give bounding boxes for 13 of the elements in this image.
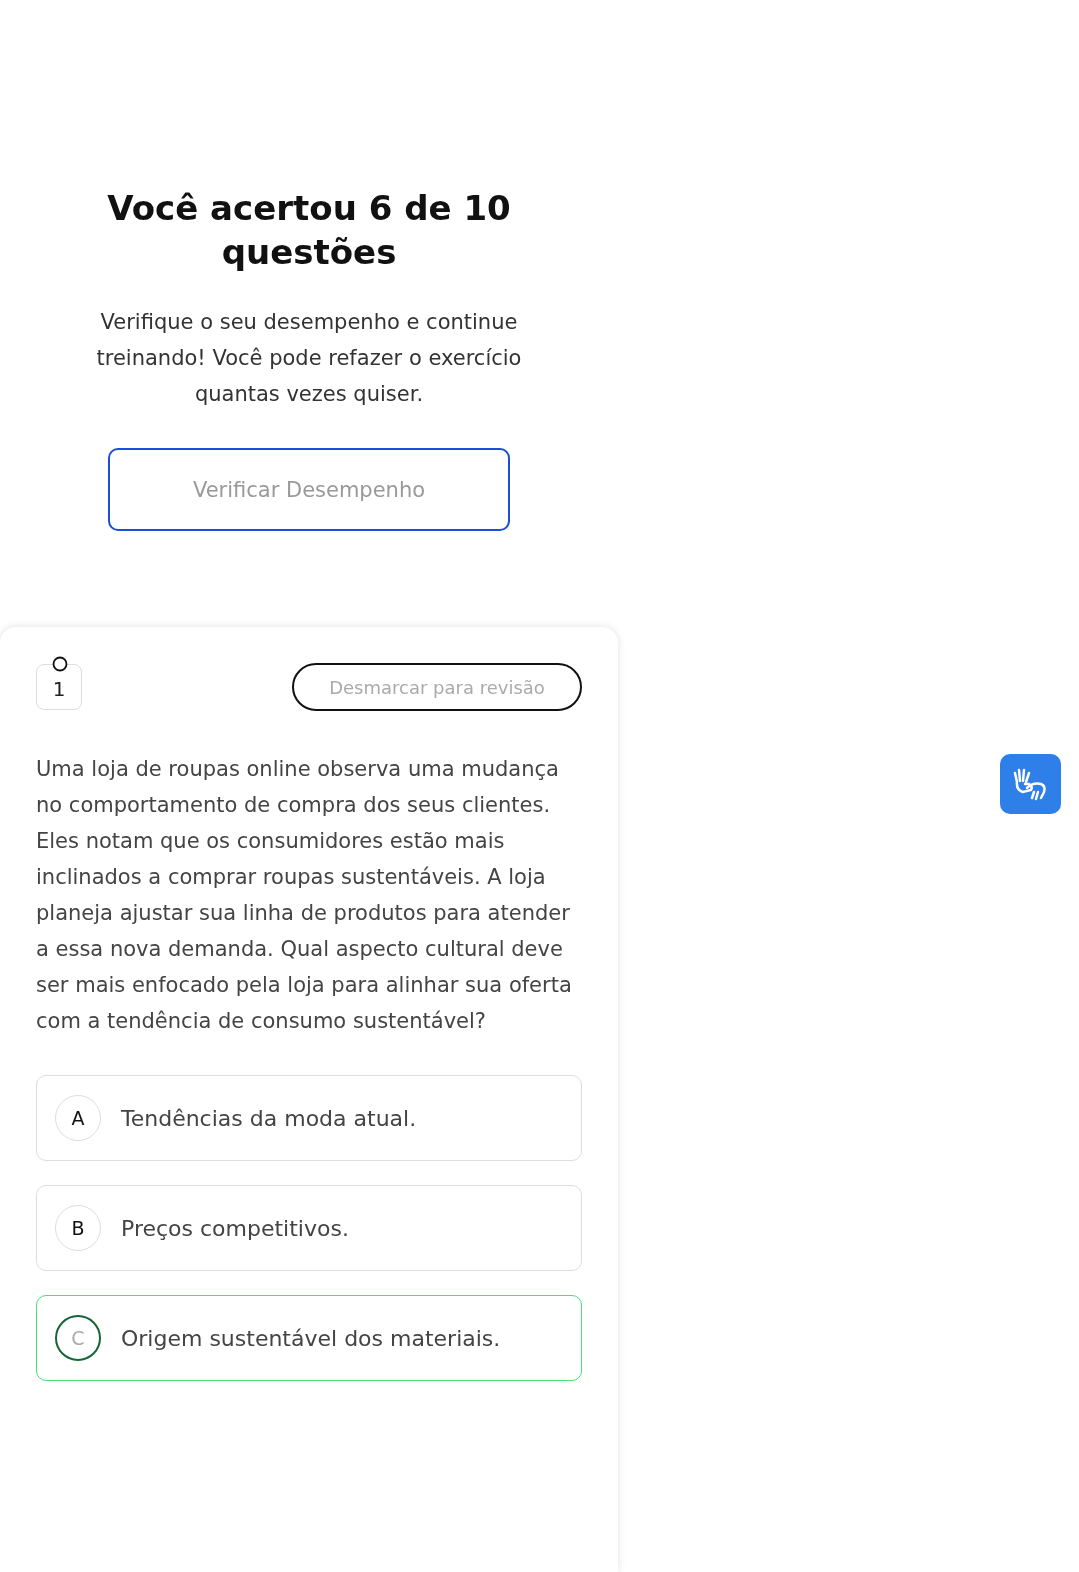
option-text: Tendências da moda atual. [121, 1105, 417, 1131]
circle-icon [52, 656, 68, 672]
question-number: 1 [52, 677, 66, 701]
sign-language-button[interactable] [1000, 754, 1061, 814]
option-letter: C [55, 1315, 101, 1361]
option-text: Preços competitivos. [121, 1215, 349, 1241]
answer-option[interactable]: B Preços competitivos. [36, 1185, 582, 1271]
question-text: Uma loja de roupas online observa uma mudança no comportamento de compra dos seus clientes. Eles notam que os consumidores estão mais inclinados a comprar roupas sustentáveis. A loja planeja ajustar sua linha de produtos para atender a essa nova demanda. Qual aspecto cultural deve ser mais enfocado pela loja para alinhar sua oferta com a tendência de consumo sustentável? [36, 756, 573, 1035]
result-description: Verifique o seu desempenho e continue treinando! Você pode refazer o exercício quantas vezes quiser. [95, 309, 523, 408]
answer-option[interactable]: A Tendências da moda atual. [36, 1075, 582, 1161]
answer-option[interactable]: C Origem sustentável dos materiais. [36, 1295, 582, 1381]
result-title: Você acertou 6 de 10 questões [106, 187, 512, 274]
option-text: Origem sustentável dos materiais. [121, 1325, 501, 1351]
